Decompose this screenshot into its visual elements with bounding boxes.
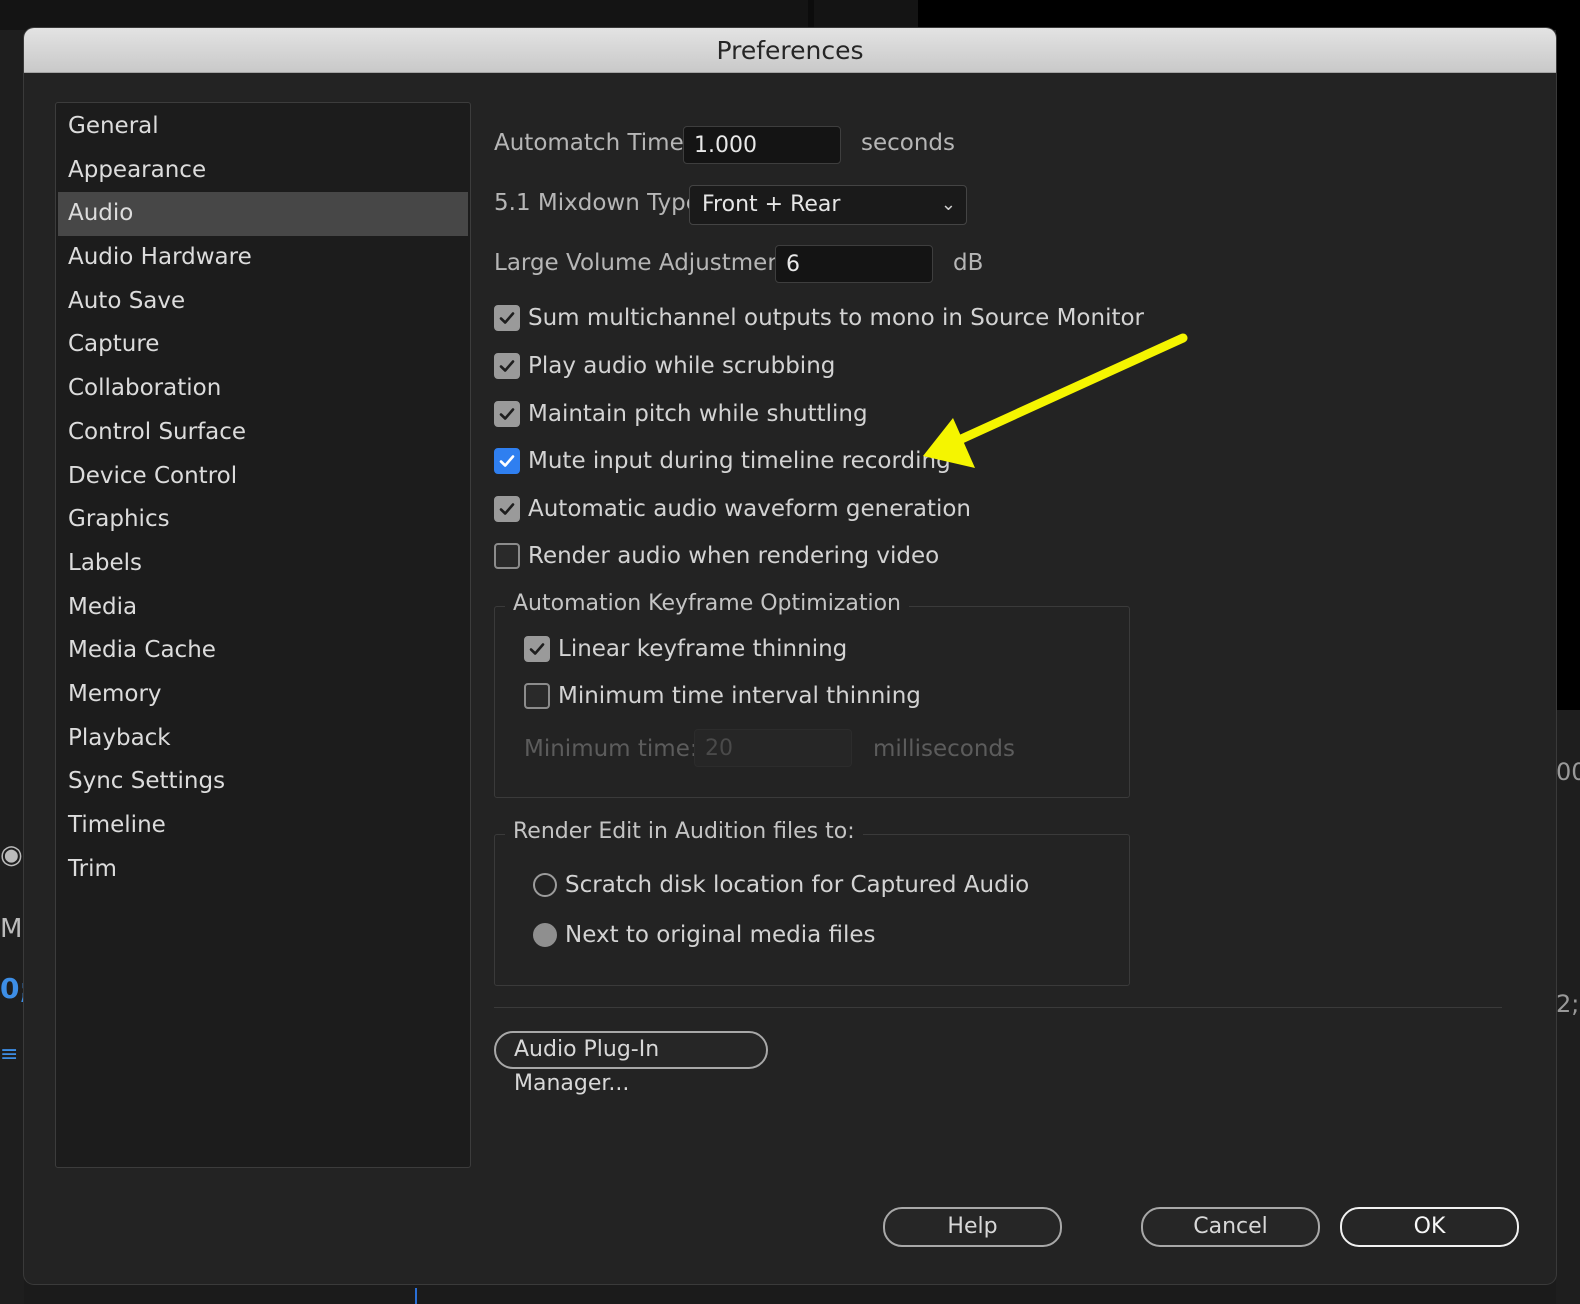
radio-button: [533, 923, 557, 947]
preferences-dialog: Preferences General Appearance Audio Aud…: [24, 28, 1556, 1284]
checkbox-box: [524, 636, 550, 662]
group-legend: Render Edit in Audition files to:: [505, 819, 863, 844]
audio-plugin-manager-button[interactable]: Audio Plug-In Manager...: [494, 1031, 768, 1096]
group-legend: Automation Keyframe Optimization: [505, 591, 909, 616]
sidebar-item-playback[interactable]: Playback: [58, 717, 468, 761]
sidebar-item-collaboration[interactable]: Collaboration: [58, 367, 468, 411]
min-interval-thinning-checkbox[interactable]: Minimum time interval thinning: [524, 680, 921, 712]
checkbox-box: [494, 401, 520, 427]
checkbox-label: Automatic audio waveform generation: [528, 496, 971, 522]
sidebar-item-appearance[interactable]: Appearance: [58, 149, 468, 193]
checkbox-box: [494, 543, 520, 569]
sidebar-item-timeline[interactable]: Timeline: [58, 804, 468, 848]
next-to-original-radio[interactable]: Next to original media files: [533, 919, 876, 951]
sum-multichannel-checkbox[interactable]: Sum multichannel outputs to mono in Sour…: [494, 302, 1144, 334]
background-playhead: [415, 1288, 417, 1304]
checkbox-label: Render audio when rendering video: [528, 543, 940, 569]
play-audio-scrubbing-checkbox[interactable]: Play audio while scrubbing: [494, 350, 835, 382]
checkbox-box: [494, 496, 520, 522]
mixdown-type-dropdown[interactable]: Front + Rear ⌄: [689, 185, 967, 225]
ok-button[interactable]: OK: [1340, 1207, 1519, 1247]
render-audio-checkbox[interactable]: Render audio when rendering video: [494, 540, 939, 572]
checkbox-label: Play audio while scrubbing: [528, 353, 836, 379]
chevron-down-icon: ⌄: [940, 194, 956, 215]
snap-icon: ≡: [0, 1042, 19, 1067]
scratch-disk-radio[interactable]: Scratch disk location for Captured Audio: [533, 869, 1029, 901]
min-time-input[interactable]: 20: [694, 729, 852, 767]
dialog-titlebar[interactable]: Preferences: [24, 28, 1556, 73]
dialog-title: Preferences: [716, 36, 864, 65]
keyframe-optimization-group: Automation Keyframe Optimization Linear …: [494, 591, 1130, 798]
checkbox-label: Sum multichannel outputs to mono in Sour…: [528, 305, 1145, 331]
sidebar-item-media[interactable]: Media: [58, 586, 468, 630]
linear-thinning-checkbox[interactable]: Linear keyframe thinning: [524, 633, 847, 665]
radio-button: [533, 873, 557, 897]
waveform-generation-checkbox[interactable]: Automatic audio waveform generation: [494, 493, 971, 525]
maintain-pitch-checkbox[interactable]: Maintain pitch while shuttling: [494, 398, 868, 430]
cancel-button[interactable]: Cancel: [1141, 1207, 1320, 1247]
checkbox-label: Minimum time interval thinning: [558, 683, 921, 709]
sidebar-item-auto-save[interactable]: Auto Save: [58, 280, 468, 324]
mute-input-recording-checkbox[interactable]: Mute input during timeline recording: [494, 445, 951, 477]
large-volume-input[interactable]: 6: [775, 245, 933, 283]
large-volume-unit: dB: [953, 250, 984, 276]
checkbox-label: Maintain pitch while shuttling: [528, 401, 868, 427]
sidebar-item-graphics[interactable]: Graphics: [58, 498, 468, 542]
mixdown-type-label: 5.1 Mixdown Type:: [494, 190, 708, 216]
sidebar-item-trim[interactable]: Trim: [58, 848, 468, 892]
sidebar-item-control-surface[interactable]: Control Surface: [58, 411, 468, 455]
automatch-time-label: Automatch Time:: [494, 130, 692, 156]
checkbox-label: Mute input during timeline recording: [528, 448, 951, 474]
sidebar-item-media-cache[interactable]: Media Cache: [58, 629, 468, 673]
checkbox-box: [494, 448, 520, 474]
checkbox-label: Linear keyframe thinning: [558, 636, 848, 662]
sidebar-item-audio-hardware[interactable]: Audio Hardware: [58, 236, 468, 280]
background-program-monitor: [918, 0, 1580, 30]
help-button[interactable]: Help: [883, 1207, 1062, 1247]
automatch-time-unit: seconds: [861, 130, 956, 156]
sidebar-item-device-control[interactable]: Device Control: [58, 455, 468, 499]
separator: [494, 1007, 1502, 1008]
sidebar-item-labels[interactable]: Labels: [58, 542, 468, 586]
radio-label: Scratch disk location for Captured Audio: [565, 872, 1030, 898]
background-panel-divider: [808, 0, 814, 30]
render-edit-audition-group: Render Edit in Audition files to: Scratc…: [494, 819, 1130, 986]
sidebar-item-memory[interactable]: Memory: [58, 673, 468, 717]
checkbox-box: [494, 353, 520, 379]
checkbox-box: [494, 305, 520, 331]
checkbox-box: [524, 683, 550, 709]
min-time-label: Minimum time:: [524, 736, 698, 762]
automatch-time-input[interactable]: 1.000: [683, 126, 841, 164]
preferences-sidebar: General Appearance Audio Audio Hardware …: [55, 102, 471, 1168]
sidebar-list: General Appearance Audio Audio Hardware …: [56, 103, 470, 891]
background-right-text: 00: [1556, 758, 1580, 786]
camera-icon: ◉: [0, 840, 23, 870]
sidebar-item-sync-settings[interactable]: Sync Settings: [58, 760, 468, 804]
background-right-monitor: [1556, 30, 1580, 710]
background-right-timecode: 2;0: [1556, 990, 1580, 1018]
mixdown-type-value: Front + Rear: [702, 192, 841, 217]
radio-label: Next to original media files: [565, 922, 876, 948]
sidebar-item-capture[interactable]: Capture: [58, 323, 468, 367]
sidebar-item-audio[interactable]: Audio: [58, 192, 468, 237]
large-volume-label: Large Volume Adjustment:: [494, 250, 799, 276]
min-time-unit: milliseconds: [873, 736, 1015, 762]
sidebar-item-general[interactable]: General: [58, 105, 468, 149]
background-left-panel: [0, 30, 24, 1304]
